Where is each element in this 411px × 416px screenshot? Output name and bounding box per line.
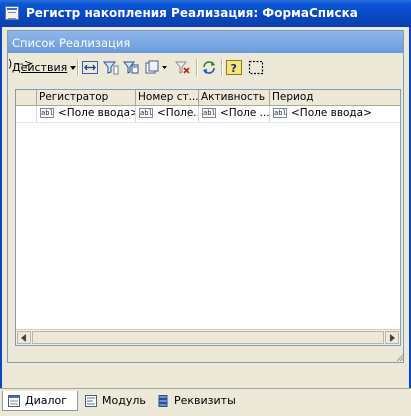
tab-label: Диалог (25, 394, 68, 407)
dialog-icon (8, 395, 20, 407)
clear-filter-icon (175, 61, 190, 74)
tab-label: Модуль (102, 394, 146, 407)
text-field-icon: abl (139, 108, 153, 118)
toolbar-separator (221, 59, 223, 76)
refresh-button[interactable] (200, 59, 218, 76)
chevron-right-icon (390, 334, 395, 342)
form-icon (5, 6, 19, 20)
resize-grip-icon[interactable] (395, 352, 405, 362)
column-header-registrator[interactable]: Регистратор (37, 90, 136, 105)
selection-frame-button[interactable] (247, 59, 265, 76)
table-cell[interactable]: abl <Поле... (136, 106, 199, 122)
copy-dropdown-button[interactable] (144, 59, 170, 76)
scroll-left-button[interactable] (17, 331, 31, 344)
column-header-line-number[interactable]: Номер ст... (136, 90, 199, 105)
filter-button[interactable] (102, 59, 120, 76)
filter-by-value-button[interactable] (122, 59, 140, 76)
help-icon: ? (226, 60, 242, 75)
refresh-icon (203, 61, 215, 74)
module-icon (85, 395, 97, 407)
chevron-left-icon (21, 334, 26, 342)
chevron-down-icon (70, 66, 77, 70)
help-button[interactable]: ? (225, 59, 243, 76)
text-field-icon: abl (40, 108, 54, 118)
scrollbar-thumb[interactable] (32, 331, 384, 344)
filter-value-icon (123, 61, 139, 74)
tab-dialog[interactable]: Диалог (2, 391, 78, 411)
tab-bar: Диалог Модуль Реквизиты (0, 388, 411, 416)
table-cell[interactable]: abl <Поле ввода> (37, 106, 136, 122)
clear-filter-button[interactable] (174, 59, 192, 76)
toolbar-separator (77, 59, 79, 76)
horizontal-scrollbar[interactable] (16, 329, 400, 345)
tab-label: Реквизиты (174, 394, 236, 407)
form-title: Список Реализация (12, 36, 131, 50)
title-bar[interactable]: Регистр накопления Реализация: ФормаСпис… (0, 0, 411, 27)
actions-menu-button[interactable]: Действия (12, 61, 77, 75)
column-header-marker[interactable] (16, 90, 37, 105)
table-cell[interactable]: abl <Поле ввода> (270, 106, 400, 122)
row-marker-cell (16, 106, 37, 122)
selection-frame-icon (248, 60, 264, 75)
copy-icon (145, 60, 167, 74)
select-range-button[interactable] (81, 59, 99, 76)
table-cell[interactable]: abl <Поле ... (199, 106, 270, 122)
table-row[interactable]: abl <Поле ввода> abl <Поле... abl <Поле ...… (16, 106, 400, 123)
arrows-horizontal-icon (82, 61, 98, 74)
window-title: Регистр накопления Реализация: ФормаСпис… (26, 6, 358, 20)
cell-value: <Поле ввода> (291, 107, 372, 119)
text-field-icon: abl (202, 108, 216, 118)
toolbar: Действия ) --> ? (8, 57, 403, 79)
attributes-icon (158, 395, 168, 407)
form-header: Список Реализация (8, 31, 403, 53)
column-header-activity[interactable]: Активность (199, 90, 270, 105)
cell-value: <Поле... (157, 107, 199, 119)
scroll-right-button[interactable] (385, 331, 399, 344)
cell-value: <Поле ... (220, 107, 270, 119)
cell-value: <Поле ввода> (58, 107, 136, 119)
toolbar-separator (196, 59, 198, 76)
table-header: Регистратор Номер ст... Активность Перио… (16, 90, 400, 106)
tab-attributes[interactable]: Реквизиты (152, 391, 242, 411)
column-header-period[interactable]: Период (270, 90, 400, 105)
actions-menu-label: Действия (12, 61, 68, 74)
list-table[interactable]: Регистратор Номер ст... Активность Перио… (15, 89, 401, 346)
text-field-icon: abl (273, 108, 287, 118)
tab-module[interactable]: Модуль (80, 391, 150, 411)
svg-text:?: ? (231, 62, 237, 75)
filter-icon (103, 61, 119, 75)
